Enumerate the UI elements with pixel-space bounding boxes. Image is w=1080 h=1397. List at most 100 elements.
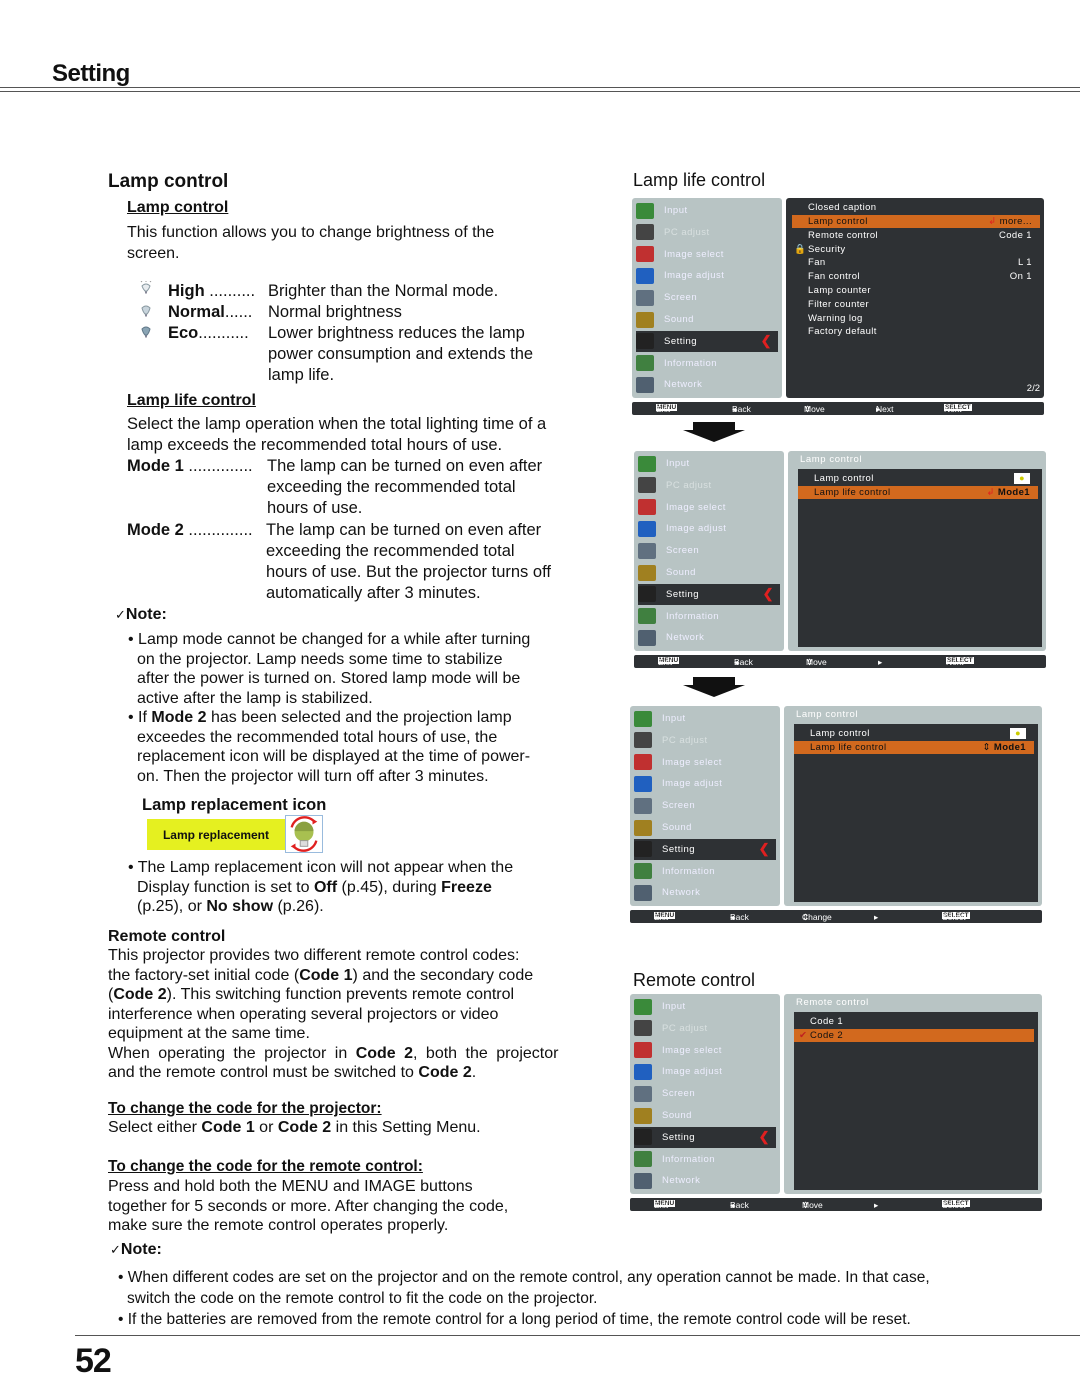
mode-label: Mode 2 xyxy=(127,521,184,539)
osd-menu-item[interactable]: Setting ❮ xyxy=(636,330,778,352)
osd-submenu-item[interactable]: Fan L 1 xyxy=(792,256,1040,270)
pc-adjust-icon xyxy=(638,477,656,494)
lamp-replacement-icon xyxy=(285,815,323,853)
osd-submenu-item[interactable]: Lamp control ● xyxy=(794,727,1034,741)
osd-submenu-item[interactable]: ✔ Code 2 xyxy=(794,1028,1034,1042)
osd-menu-item[interactable]: Image adjust xyxy=(634,773,776,794)
network-icon xyxy=(638,629,656,646)
osd-menu-label: Image adjust xyxy=(662,1066,723,1078)
osd-menu-item[interactable]: Setting ❮ xyxy=(634,1126,776,1148)
osd-submenu: Lamp control Lamp control ● Lamp life con… xyxy=(788,451,1046,651)
osd-item-label: Closed caption xyxy=(808,202,877,214)
osd-menu-item[interactable]: Input xyxy=(638,453,780,474)
osd-submenu-item[interactable]: Lamp life control ↲ Mode1 xyxy=(798,485,1038,499)
footer-rule xyxy=(75,1335,1080,1336)
text-bold: Code 1 xyxy=(201,1119,255,1136)
projector-code-text: Select either Code 1 or Code 2 in this S… xyxy=(108,1119,481,1137)
osd-menu-item[interactable]: Image adjust xyxy=(634,1061,776,1082)
image-select-icon xyxy=(638,499,656,516)
osd-menu-item[interactable]: Network xyxy=(634,882,776,903)
osd-menu-item[interactable]: PC adjust xyxy=(636,222,778,243)
chevron-left-icon: ❮ xyxy=(760,333,772,349)
remote-code-heading: To change the code for the remote contro… xyxy=(108,1158,423,1175)
osd-menu-item[interactable]: Image select xyxy=(634,752,776,773)
osd-submenu-item[interactable]: Lamp control ↲ more... xyxy=(792,214,1040,229)
remote-code-text: Press and hold both the MENU and IMAGE b… xyxy=(108,1177,508,1236)
osd-menu-label: PC adjust xyxy=(666,479,712,491)
osd-menu-item[interactable]: Sound xyxy=(638,562,780,583)
osd-menu-item[interactable]: Information xyxy=(634,1149,776,1170)
osd-submenu-item[interactable]: Factory default xyxy=(792,325,1040,339)
osd-menu-item[interactable]: Information xyxy=(638,606,780,627)
osd-menu-label: Information xyxy=(664,357,718,369)
input-icon xyxy=(634,710,652,727)
line: (Code 2). This switching function preven… xyxy=(108,985,583,1005)
text-bold: Mode 2 xyxy=(151,709,207,726)
osd-submenu-item[interactable]: Code 1 xyxy=(794,1015,1034,1029)
osd-menu-item[interactable]: Network xyxy=(634,1170,776,1191)
osd-submenu-item[interactable]: 🔒 Security xyxy=(792,242,1040,256)
chevron-left-icon: ❮ xyxy=(758,841,770,857)
check-icon: ✔ xyxy=(799,1029,808,1041)
osd-menu-item[interactable]: Image adjust xyxy=(638,518,780,539)
osd-submenu-item[interactable]: Lamp control ● xyxy=(798,472,1038,486)
osd-menu-item[interactable]: PC adjust xyxy=(638,475,780,496)
osd-menu-label: Sound xyxy=(664,314,694,325)
note-label: Note: xyxy=(120,1241,162,1258)
network-icon xyxy=(634,884,652,901)
osd-submenu-item[interactable]: Warning log xyxy=(792,311,1040,325)
osd-menu-item[interactable]: Network xyxy=(638,627,780,648)
header-rule xyxy=(0,91,1080,92)
osd-submenu-item[interactable]: Lamp life control ⇕ Mode1 xyxy=(794,740,1034,754)
osd-menu-label: PC adjust xyxy=(664,226,710,238)
osd-submenu-panel: Code 1 ✔ Code 2 xyxy=(794,1012,1038,1190)
osd-item-label: Lamp counter xyxy=(808,285,871,297)
osd-menu-item[interactable]: Image select xyxy=(636,244,778,265)
hint-text: Exit xyxy=(654,912,669,922)
osd-menu-item[interactable]: Screen xyxy=(638,540,780,561)
osd-submenu-item[interactable]: Closed caption xyxy=(792,201,1040,215)
osd-menu-item[interactable]: Input xyxy=(634,708,776,729)
text: equipment at the same time. xyxy=(108,1025,310,1042)
osd-menu-item[interactable]: Network xyxy=(636,374,778,395)
osd-submenu-item[interactable]: Lamp counter xyxy=(792,284,1040,298)
desc-line: The lamp can be turned on even after xyxy=(267,457,543,475)
osd-submenu-item[interactable]: Fan control On 1 xyxy=(792,270,1040,284)
osd-menu-item[interactable]: Sound xyxy=(634,1105,776,1126)
network-icon xyxy=(636,376,654,393)
osd-menu-item[interactable]: Setting ❮ xyxy=(634,838,776,860)
osd-menu-item[interactable]: Input xyxy=(636,200,778,221)
osd-menu-item[interactable]: Screen xyxy=(634,795,776,816)
text: This projector provides two different re… xyxy=(108,947,520,964)
lamp-mode-high: High .......... xyxy=(168,281,255,302)
mode-desc: The lamp can be turned on even after exc… xyxy=(266,520,551,604)
arrow-down-icon xyxy=(683,677,745,697)
text: interference when operating several proj… xyxy=(108,1005,499,1023)
osd-menu-item[interactable]: Information xyxy=(634,861,776,882)
osd-menu-item[interactable]: PC adjust xyxy=(634,1018,776,1039)
text-bold: Freeze xyxy=(441,878,492,896)
osd-submenu-item[interactable]: Filter counter xyxy=(792,298,1040,312)
lamp-control-heading: Lamp control xyxy=(127,199,229,216)
osd-menu-item[interactable]: Image select xyxy=(634,1040,776,1061)
osd-item-value: ↲ Mode1 xyxy=(986,487,1030,498)
osd-menu-item[interactable]: Image select xyxy=(638,497,780,518)
osd-menu-label: Setting xyxy=(664,335,698,347)
osd-menu-item[interactable]: Sound xyxy=(634,817,776,838)
text: , both the projector xyxy=(413,1044,559,1062)
lamp-control-title: Lamp control xyxy=(108,171,229,192)
header-rule xyxy=(0,87,1080,88)
osd-menu-item[interactable]: Input xyxy=(634,996,776,1017)
osd-menu-item[interactable]: Screen xyxy=(634,1083,776,1104)
osd-menu-item[interactable]: Information xyxy=(636,353,778,374)
osd-menu-item[interactable]: Image adjust xyxy=(636,265,778,286)
osd-menu-item[interactable]: Screen xyxy=(636,287,778,308)
intro-line: lamp exceeds the recommended total hours… xyxy=(127,436,503,454)
screen-icon xyxy=(634,797,652,814)
osd-menu-item[interactable]: Setting ❮ xyxy=(638,583,780,605)
lamp-life-control-heading: Lamp life control xyxy=(127,392,256,409)
osd-menu-item[interactable]: Sound xyxy=(636,309,778,330)
screen-icon xyxy=(638,542,656,559)
osd-menu-item[interactable]: PC adjust xyxy=(634,730,776,751)
osd-submenu-item[interactable]: Remote control Code 1 xyxy=(792,229,1040,243)
